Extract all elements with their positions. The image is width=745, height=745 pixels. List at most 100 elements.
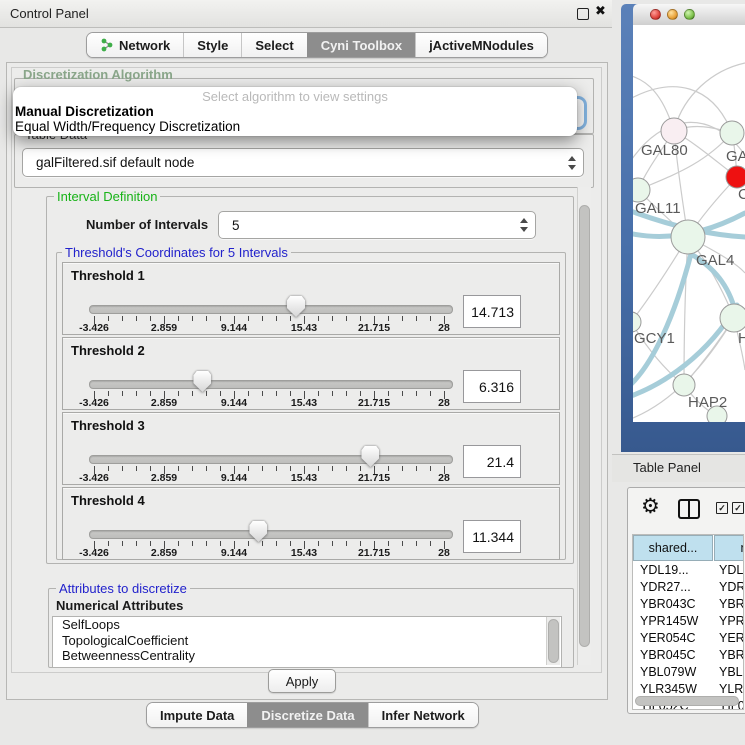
cell-shared-name[interactable]: YER054C: [640, 630, 696, 647]
slider-track[interactable]: [89, 530, 453, 539]
network-node[interactable]: [720, 121, 744, 145]
slider-tick: [178, 466, 179, 471]
slider-tick: [136, 466, 137, 471]
network-node[interactable]: [720, 304, 745, 332]
slider-tick: [416, 541, 417, 546]
panel-scrollbar-track[interactable]: [577, 187, 591, 665]
threshold-value-field[interactable]: 6.316: [463, 370, 521, 403]
slider-tick-label: 28: [438, 547, 450, 559]
slider-track[interactable]: [89, 380, 453, 389]
network-node[interactable]: [633, 312, 641, 332]
column-header-shared-name[interactable]: shared...: [633, 535, 713, 561]
tab-discretize-data[interactable]: Discretize Data: [247, 703, 367, 727]
number-of-intervals-combobox[interactable]: 5: [218, 211, 536, 239]
list-scrollbar-track[interactable]: [546, 617, 560, 665]
tab-infer-network[interactable]: Infer Network: [368, 703, 478, 727]
network-node-label: GA: [726, 148, 745, 165]
slider-thumb[interactable]: [193, 371, 211, 392]
split-columns-icon[interactable]: [678, 499, 700, 519]
slider-tick: [206, 541, 207, 546]
table-row[interactable]: YBR043C YBR0: [633, 596, 744, 613]
threshold-value-field[interactable]: 14.713: [463, 295, 521, 328]
dropdown-option-manual[interactable]: Manual Discretization: [15, 104, 154, 119]
zoom-traffic-light-icon[interactable]: [684, 9, 695, 20]
slider-tick: [318, 316, 319, 321]
float-window-icon[interactable]: [577, 8, 589, 20]
cell-name[interactable]: YBL0: [719, 664, 744, 681]
slider-tick: [122, 466, 123, 471]
attribute-list-item[interactable]: TopologicalCoefficient: [53, 633, 561, 649]
tab-impute-data[interactable]: Impute Data: [147, 703, 247, 727]
table-hscrollbar-thumb[interactable]: [635, 696, 739, 706]
slider-thumb[interactable]: [361, 446, 379, 467]
network-node[interactable]: [726, 166, 745, 188]
slider-thumb[interactable]: [249, 521, 267, 542]
threshold-label: Threshold 4: [71, 493, 145, 508]
combo-stepper-icon: [519, 218, 528, 232]
network-node[interactable]: [671, 220, 705, 254]
attributes-listbox[interactable]: SelfLoopsTopologicalCoefficientBetweenne…: [52, 616, 562, 668]
threshold-value-field[interactable]: 11.344: [463, 520, 521, 553]
network-canvas[interactable]: GAL80GACGAL11GAL4GCY1HHAP2: [633, 25, 745, 422]
combo-stepper-icon: [567, 156, 576, 170]
table-data-value: galFiltered.sif default node: [36, 149, 194, 176]
slider-thumb-shape: [287, 296, 305, 317]
cell-name[interactable]: YBR0: [719, 647, 744, 664]
toolbox-tabbar: Network Style Select Cyni Toolbox jActiv…: [86, 32, 548, 58]
table-row[interactable]: YDL19... YDL1: [633, 562, 744, 579]
number-of-intervals-value: 5: [232, 212, 240, 238]
tab-select[interactable]: Select: [241, 33, 306, 57]
checkbox-icon[interactable]: ✓: [716, 502, 728, 514]
table-row[interactable]: YPR145W YPR1: [633, 613, 744, 630]
dropdown-option-equal-width[interactable]: Equal Width/Frequency Discretization: [15, 119, 240, 134]
slider-tick: [150, 541, 151, 546]
network-view-window[interactable]: GAL80GACGAL11GAL4GCY1HHAP2: [621, 4, 745, 452]
cell-name[interactable]: YER0: [719, 630, 744, 647]
slider-tick: [402, 316, 403, 321]
cell-name[interactable]: YPR1: [719, 613, 744, 630]
table-row[interactable]: YBL079W YBL0: [633, 664, 744, 681]
network-window-titlebar[interactable]: [633, 4, 745, 26]
minimize-traffic-light-icon[interactable]: [667, 9, 678, 20]
gear-icon[interactable]: ⚙: [641, 494, 660, 518]
cell-shared-name[interactable]: YDR27...: [640, 579, 691, 596]
slider-track[interactable]: [89, 455, 453, 464]
tab-network[interactable]: Network: [87, 33, 183, 57]
checkbox-icon[interactable]: ✓: [732, 502, 744, 514]
slider-tick: [332, 466, 333, 471]
slider-tick: [178, 316, 179, 321]
table-row[interactable]: YBR045C YBR0: [633, 647, 744, 664]
slider-tick: [178, 541, 179, 546]
slider-tick: [108, 316, 109, 321]
column-header-name[interactable]: n: [714, 535, 744, 561]
close-traffic-light-icon[interactable]: [650, 9, 661, 20]
cell-name[interactable]: YDL1: [719, 562, 744, 579]
cell-shared-name[interactable]: YBR043C: [640, 596, 696, 613]
cell-name[interactable]: YBR0: [719, 596, 744, 613]
cell-shared-name[interactable]: YBL079W: [640, 664, 696, 681]
cell-shared-name[interactable]: YPR145W: [640, 613, 698, 630]
cell-name[interactable]: YDR2: [719, 579, 744, 596]
panel-scrollbar-thumb[interactable]: [579, 205, 590, 647]
attribute-list-item[interactable]: SelfLoops: [53, 617, 561, 633]
slider-tick: [388, 316, 389, 321]
list-scrollbar-thumb[interactable]: [548, 619, 559, 663]
table-row[interactable]: YDR27... YDR2: [633, 579, 744, 596]
attribute-list-item[interactable]: BetweennessCentrality: [53, 648, 561, 664]
table-data-combobox[interactable]: galFiltered.sif default node: [22, 148, 584, 177]
close-icon[interactable]: ✖: [595, 4, 606, 19]
slider-thumb[interactable]: [287, 296, 305, 317]
tab-style[interactable]: Style: [183, 33, 241, 57]
apply-button[interactable]: Apply: [268, 669, 336, 693]
slider-tick-label: -3.426: [79, 472, 109, 484]
network-node[interactable]: [661, 118, 687, 144]
network-node[interactable]: [673, 374, 695, 396]
cell-shared-name[interactable]: YBR045C: [640, 647, 696, 664]
slider-track[interactable]: [89, 305, 453, 314]
slider-tick: [206, 316, 207, 321]
cell-shared-name[interactable]: YDL19...: [640, 562, 689, 579]
table-row[interactable]: YER054C YER0: [633, 630, 744, 647]
tab-jactivemnodules[interactable]: jActiveMNodules: [415, 33, 547, 57]
tab-cyni-toolbox[interactable]: Cyni Toolbox: [307, 33, 415, 57]
threshold-value-field[interactable]: 21.4: [463, 445, 521, 478]
